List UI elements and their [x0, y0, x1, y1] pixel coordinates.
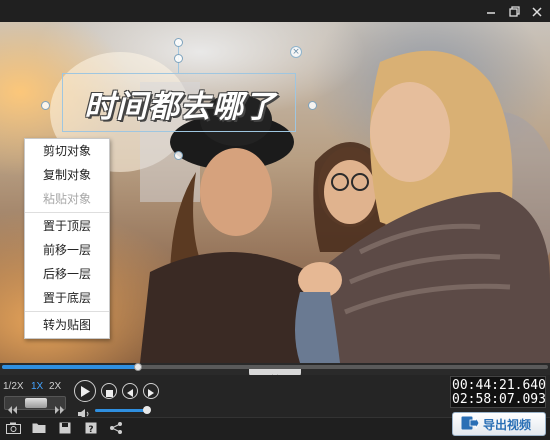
- fast-forward-icon: [55, 399, 64, 418]
- delete-object-button[interactable]: ×: [290, 46, 302, 58]
- volume-slider[interactable]: [95, 409, 150, 412]
- resize-handle-left[interactable]: [41, 101, 50, 110]
- time-display: 00:44:21.640 02:58:07.093: [450, 376, 546, 408]
- close-icon: [532, 2, 542, 21]
- speed-slider-knob[interactable]: [25, 398, 47, 408]
- rotate-handle[interactable]: [174, 38, 183, 47]
- restore-icon: [508, 2, 520, 21]
- menu-separator: [25, 311, 109, 312]
- minimize-icon: [486, 2, 496, 21]
- stop-button[interactable]: [101, 383, 117, 399]
- close-icon: ×: [292, 46, 300, 57]
- speed-double[interactable]: 2X: [49, 381, 61, 393]
- context-menu: 剪切对象 复制对象 粘贴对象 置于顶层 前移一层 后移一层 置于底层 转为贴图: [24, 138, 110, 339]
- stop-icon: [105, 382, 113, 401]
- close-window-button[interactable]: [524, 0, 550, 22]
- total-duration: 02:58:07.093: [452, 392, 546, 407]
- camera-icon: [5, 419, 21, 438]
- next-frame-button[interactable]: [143, 383, 159, 399]
- current-time: 00:44:21.640: [452, 378, 546, 393]
- save-button[interactable]: [57, 421, 73, 435]
- menu-item-cut[interactable]: 剪切对象: [25, 139, 109, 163]
- open-file-button[interactable]: [31, 421, 47, 435]
- volume-thumb[interactable]: [143, 406, 151, 414]
- title-bar: [0, 0, 550, 22]
- timeline-progress: [2, 365, 139, 369]
- menu-item-paste: 粘贴对象: [42, 192, 91, 206]
- resize-handle-bottom[interactable]: [174, 151, 183, 160]
- play-button[interactable]: [74, 380, 96, 402]
- menu-separator: [25, 212, 109, 213]
- folder-open-icon: [32, 419, 47, 438]
- play-icon: [80, 382, 90, 401]
- snapshot-button[interactable]: [5, 421, 21, 435]
- help-icon: ?: [85, 419, 97, 438]
- menu-item-send-to-back[interactable]: 置于底层: [25, 286, 109, 310]
- export-video-button[interactable]: 导出视频: [452, 412, 546, 436]
- resize-handle-right[interactable]: [308, 101, 317, 110]
- menu-item-copy[interactable]: 复制对象: [25, 163, 109, 187]
- text-object[interactable]: 时间都去哪了: [63, 74, 297, 133]
- step-back-icon: [126, 382, 134, 401]
- export-icon: [461, 415, 480, 434]
- menu-item-bring-to-front[interactable]: 置于顶层: [25, 214, 109, 238]
- help-button[interactable]: ?: [83, 421, 99, 435]
- save-icon: [59, 419, 71, 438]
- share-button[interactable]: [108, 421, 124, 435]
- step-forward-icon: [147, 382, 155, 401]
- video-editor-window: 时间都去哪了 × 剪切对象 复制对象 粘贴对象 置于顶层 前移一层 后移一层 置…: [0, 0, 550, 440]
- share-icon: [110, 419, 122, 438]
- speed-normal[interactable]: 1X: [31, 381, 43, 393]
- menu-item-bring-forward[interactable]: 前移一层: [25, 238, 109, 262]
- export-video-label: 导出视频: [483, 417, 532, 432]
- text-object-frame[interactable]: 时间都去哪了: [62, 73, 296, 132]
- menu-item-send-backward[interactable]: 后移一层: [25, 262, 109, 286]
- speed-slider[interactable]: [4, 396, 66, 414]
- svg-text:?: ?: [88, 425, 93, 434]
- resize-handle-top[interactable]: [174, 54, 183, 63]
- volume-level: [95, 409, 145, 412]
- rewind-icon: [8, 399, 17, 418]
- speed-half[interactable]: 1/2X: [3, 381, 24, 393]
- timeline-thumb[interactable]: [134, 363, 142, 371]
- previous-frame-button[interactable]: [122, 383, 138, 399]
- menu-item-convert-to-sticker[interactable]: 转为贴图: [25, 313, 109, 337]
